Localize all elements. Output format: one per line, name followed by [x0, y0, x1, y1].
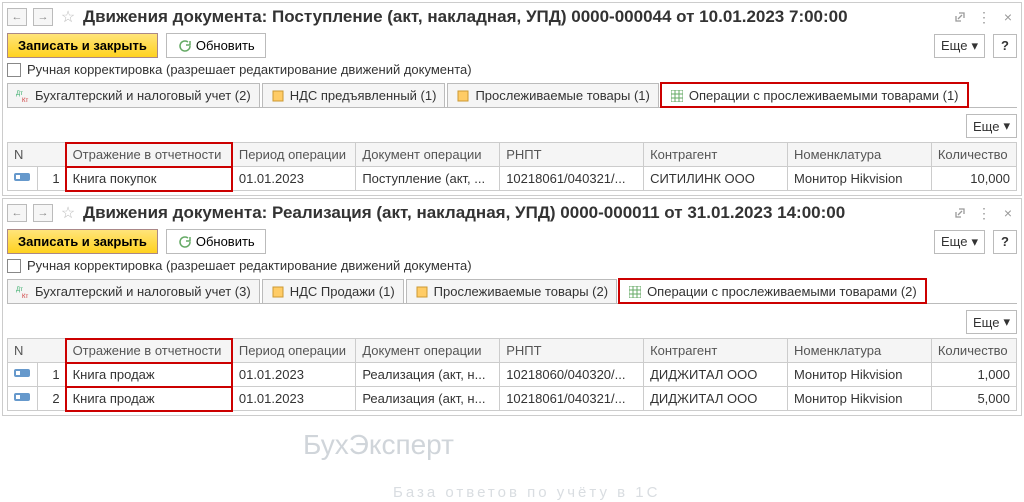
- manual-edit-label: Ручная корректировка (разрешает редактир…: [27, 62, 472, 77]
- col-nom[interactable]: Номенклатура: [787, 143, 931, 167]
- row-type-icon: [8, 363, 38, 387]
- data-table: N Отражение в отчетности Период операции…: [7, 338, 1017, 411]
- col-ctr[interactable]: Контрагент: [644, 339, 788, 363]
- refresh-button[interactable]: Обновить: [166, 229, 266, 254]
- help-button[interactable]: ?: [993, 230, 1017, 254]
- close-icon[interactable]: ×: [999, 204, 1017, 222]
- manual-edit-checkbox[interactable]: [7, 259, 21, 273]
- manual-edit-checkbox[interactable]: [7, 63, 21, 77]
- table-header-row: N Отражение в отчетности Период операции…: [8, 339, 1017, 363]
- nav-forward-button[interactable]: →: [33, 204, 53, 222]
- table-row[interactable]: 1 Книга продаж 01.01.2023 Реализация (ак…: [8, 363, 1017, 387]
- window-title: Движения документа: Реализация (акт, нак…: [83, 203, 945, 223]
- tab-traceable[interactable]: Прослеживаемые товары (1): [447, 83, 658, 107]
- col-rnpt[interactable]: РНПТ: [500, 339, 644, 363]
- col-report[interactable]: Отражение в отчетности: [66, 339, 232, 363]
- tab-traceable-icon: [415, 285, 429, 299]
- col-qty[interactable]: Количество: [931, 143, 1016, 167]
- col-qty[interactable]: Количество: [931, 339, 1016, 363]
- favorite-star-icon[interactable]: ☆: [59, 8, 77, 26]
- save-close-button[interactable]: Записать и закрыть: [7, 229, 158, 254]
- col-period[interactable]: Период операции: [232, 339, 355, 363]
- col-n[interactable]: N: [8, 143, 67, 167]
- table-more-button[interactable]: Еще ▾: [966, 114, 1017, 138]
- tab-grid-icon: [670, 89, 684, 103]
- toolbar: Записать и закрыть Обновить Еще▾ ?: [7, 229, 1017, 254]
- favorite-star-icon[interactable]: ☆: [59, 204, 77, 222]
- table-header-row: N Отражение в отчетности Период операции…: [8, 143, 1017, 167]
- tab-vat[interactable]: НДС предъявленный (1): [262, 83, 446, 107]
- tab-vat-icon: [271, 285, 285, 299]
- row-type-icon: [8, 167, 38, 191]
- col-nom[interactable]: Номенклатура: [787, 339, 931, 363]
- table-toolbar: Еще▾: [7, 310, 1017, 334]
- svg-text:Кт: Кт: [22, 98, 28, 103]
- row-type-icon: [8, 387, 38, 411]
- chevron-down-icon: ▾: [1003, 118, 1010, 134]
- tab-dk-icon: ДтКт: [16, 285, 30, 299]
- table-row[interactable]: 2 Книга продаж 01.01.2023 Реализация (ак…: [8, 387, 1017, 411]
- watermark-logo: БухЭксперт: [303, 429, 454, 461]
- document-pane-1: ← → ☆ Движения документа: Поступление (а…: [2, 2, 1022, 196]
- nav-back-button[interactable]: ←: [7, 8, 27, 26]
- tabs: ДтКт Бухгалтерский и налоговый учет (3) …: [7, 279, 1017, 304]
- chevron-down-icon: ▾: [1003, 314, 1010, 330]
- more-vertical-icon[interactable]: ⋮: [975, 204, 993, 222]
- refresh-icon: [177, 235, 191, 249]
- link-icon[interactable]: [951, 204, 969, 222]
- link-icon[interactable]: [951, 8, 969, 26]
- nav-back-button[interactable]: ←: [7, 204, 27, 222]
- refresh-label: Обновить: [196, 234, 255, 249]
- toolbar: Записать и закрыть Обновить Еще ▾ ?: [7, 33, 1017, 58]
- tab-traceable[interactable]: Прослеживаемые товары (2): [406, 279, 617, 303]
- manual-edit-label: Ручная корректировка (разрешает редактир…: [27, 258, 472, 273]
- svg-text:Кт: Кт: [22, 294, 28, 299]
- table-toolbar: Еще ▾: [7, 114, 1017, 138]
- table-more-button[interactable]: Еще▾: [966, 310, 1017, 334]
- chevron-down-icon: ▾: [971, 38, 978, 54]
- window-title: Движения документа: Поступление (акт, на…: [83, 7, 945, 27]
- tab-vat-icon: [271, 89, 285, 103]
- tab-dk-icon: ДтКт: [16, 89, 30, 103]
- more-button[interactable]: Еще ▾: [934, 34, 985, 58]
- tab-grid-icon: [628, 285, 642, 299]
- tab-traceable-ops[interactable]: Операции с прослеживаемыми товарами (2): [619, 279, 926, 303]
- help-button[interactable]: ?: [993, 34, 1017, 58]
- col-doc[interactable]: Документ операции: [356, 339, 500, 363]
- save-close-button[interactable]: Записать и закрыть: [7, 33, 158, 58]
- col-period[interactable]: Период операции: [232, 143, 355, 167]
- nav-forward-button[interactable]: →: [33, 8, 53, 26]
- col-doc[interactable]: Документ операции: [356, 143, 500, 167]
- watermark-tagline: База ответов по учёту в 1С: [393, 484, 660, 501]
- title-bar: ← → ☆ Движения документа: Поступление (а…: [7, 5, 1017, 29]
- close-icon[interactable]: ×: [999, 8, 1017, 26]
- col-report[interactable]: Отражение в отчетности: [66, 143, 232, 167]
- refresh-button[interactable]: Обновить: [166, 33, 266, 58]
- col-n[interactable]: N: [8, 339, 67, 363]
- table-row[interactable]: 1 Книга покупок 01.01.2023 Поступление (…: [8, 167, 1017, 191]
- document-pane-2: БухЭксперт База ответов по учёту в 1С ← …: [2, 198, 1022, 416]
- tab-vat-sales[interactable]: НДС Продажи (1): [262, 279, 404, 303]
- tab-accounting[interactable]: ДтКт Бухгалтерский и налоговый учет (3): [7, 279, 260, 303]
- tab-traceable-icon: [456, 89, 470, 103]
- col-rnpt[interactable]: РНПТ: [500, 143, 644, 167]
- data-table: N Отражение в отчетности Период операции…: [7, 142, 1017, 191]
- manual-edit-row: Ручная корректировка (разрешает редактир…: [7, 258, 1017, 273]
- svg-text:Дт: Дт: [16, 287, 23, 293]
- refresh-label: Обновить: [196, 38, 255, 53]
- chevron-down-icon: ▾: [971, 234, 978, 250]
- col-ctr[interactable]: Контрагент: [644, 143, 788, 167]
- title-bar: ← → ☆ Движения документа: Реализация (ак…: [7, 201, 1017, 225]
- more-button[interactable]: Еще▾: [934, 230, 985, 254]
- svg-text:Дт: Дт: [16, 91, 23, 97]
- more-vertical-icon[interactable]: ⋮: [975, 8, 993, 26]
- manual-edit-row: Ручная корректировка (разрешает редактир…: [7, 62, 1017, 77]
- tabs: ДтКт Бухгалтерский и налоговый учет (2) …: [7, 83, 1017, 108]
- tab-accounting[interactable]: ДтКт Бухгалтерский и налоговый учет (2): [7, 83, 260, 107]
- tab-traceable-ops[interactable]: Операции с прослеживаемыми товарами (1): [661, 83, 968, 107]
- refresh-icon: [177, 39, 191, 53]
